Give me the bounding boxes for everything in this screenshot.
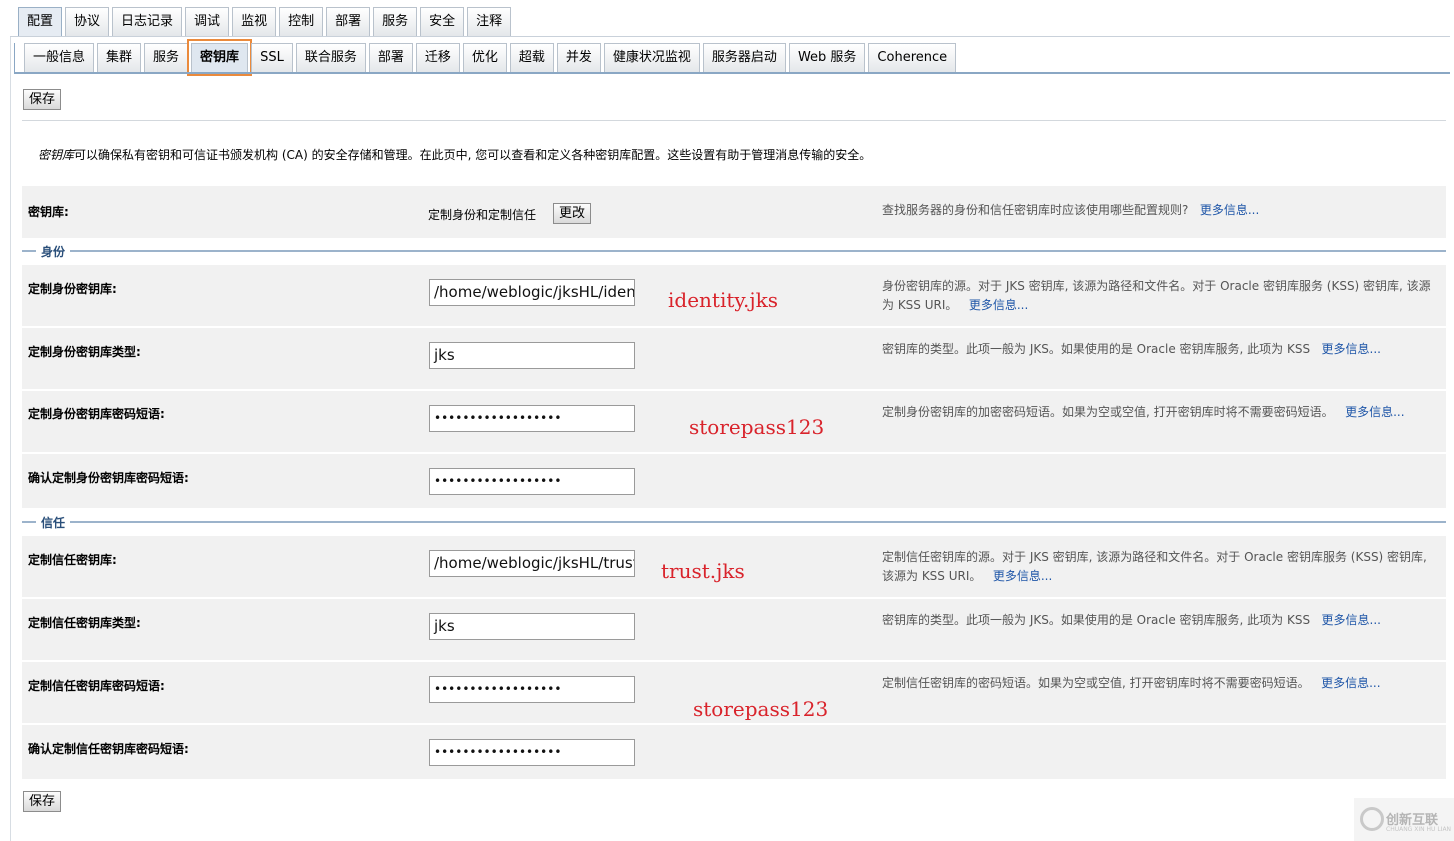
identity-type-help: 密钥库的类型。此项一般为 JKS。如果使用的是 Oracle 密钥库服务, 此项… xyxy=(882,340,1442,359)
trust-pass-input[interactable]: •••••••••••••••••• xyxy=(429,676,635,703)
identity-keystore-help: 身份密钥库的源。对于 JKS 密钥库, 该源为路径和文件名。对于 Oracle … xyxy=(882,277,1442,315)
identity-keystore-input[interactable]: /home/weblogic/jksHL/identity.jks xyxy=(429,279,635,306)
identity-confirm-row xyxy=(22,454,1446,508)
annotation-identity-file: identity.jks xyxy=(668,288,778,312)
trust-section-title: 信任 xyxy=(36,514,71,531)
subtab-federation[interactable]: 联合服务 xyxy=(295,43,366,72)
subtab-server-start[interactable]: 服务器启动 xyxy=(702,43,786,72)
trust-keystore-input[interactable]: /home/weblogic/jksHL/trust.jks xyxy=(429,550,635,577)
annotation-trust-pass: storepass123 xyxy=(693,697,829,721)
more-info-link[interactable]: 更多信息... xyxy=(1322,342,1381,356)
subtab-health-monitoring[interactable]: 健康状况监视 xyxy=(603,43,700,72)
divider xyxy=(22,120,1446,121)
annotation-identity-pass: storepass123 xyxy=(689,415,825,439)
identity-pass-label: 定制身份密钥库密码短语: xyxy=(28,407,165,421)
more-info-link[interactable]: 更多信息... xyxy=(993,569,1052,583)
more-info-link[interactable]: 更多信息... xyxy=(969,298,1028,312)
more-info-link[interactable]: 更多信息... xyxy=(1200,203,1259,217)
subtab-migration[interactable]: 迁移 xyxy=(415,43,460,72)
tab-security[interactable]: 安全 xyxy=(420,7,465,36)
more-info-link[interactable]: 更多信息... xyxy=(1345,405,1404,419)
identity-keystore-label: 定制身份密钥库: xyxy=(28,282,117,296)
trust-keystore-help: 定制信任密钥库的源。对于 JKS 密钥库, 该源为路径和文件名。对于 Oracl… xyxy=(882,548,1442,586)
subtab-cluster[interactable]: 集群 xyxy=(97,43,142,72)
sub-tab-underline xyxy=(14,72,1450,74)
keystore-value: 定制身份和定制信任 xyxy=(428,208,537,222)
subtab-services[interactable]: 服务 xyxy=(144,43,189,72)
trust-confirm-input[interactable]: •••••••••••••••••• xyxy=(429,739,635,766)
tab-deployments[interactable]: 部署 xyxy=(326,7,371,36)
identity-pass-help: 定制身份密钥库的加密密码短语。如果为空或空值, 打开密钥库时将不需要密码短语。 … xyxy=(882,403,1442,422)
watermark-subtext: CHUANG XIN HU LIAN xyxy=(1386,826,1452,833)
save-button-top[interactable]: 保存 xyxy=(23,89,62,110)
trust-type-help-text: 密钥库的类型。此项一般为 JKS。如果使用的是 Oracle 密钥库服务, 此项… xyxy=(882,613,1311,627)
trust-pass-help: 定制信任密钥库的密码短语。如果为空或空值, 打开密钥库时将不需要密码短语。 更多… xyxy=(882,674,1442,693)
watermark-logo-icon xyxy=(1360,807,1384,831)
identity-section-line xyxy=(22,250,1446,252)
subtab-coherence[interactable]: Coherence xyxy=(868,43,957,72)
subtab-deployment[interactable]: 部署 xyxy=(368,43,413,72)
subtab-web-services[interactable]: Web 服务 xyxy=(788,43,866,72)
keystore-help: 查找服务器的身份和信任密钥库时应该使用哪些配置规则? 更多信息... xyxy=(882,201,1442,220)
top-tab-bar: 配置 协议 日志记录 调试 监视 控制 部署 服务 安全 注释 xyxy=(18,7,514,36)
intro-body: 可以确保私有密钥和可信证书颁发机构 (CA) 的安全存储和管理。在此页中, 您可… xyxy=(74,148,872,162)
trust-confirm-label: 确认定制信任密钥库密码短语: xyxy=(28,742,189,756)
identity-section-title: 身份 xyxy=(36,243,71,260)
tab-control[interactable]: 控制 xyxy=(279,7,324,36)
identity-pass-input[interactable]: •••••••••••••••••• xyxy=(429,405,635,432)
keystore-label: 密钥库: xyxy=(28,205,69,219)
left-border xyxy=(10,36,11,841)
trust-pass-label: 定制信任密钥库密码短语: xyxy=(28,679,165,693)
trust-type-input[interactable]: jks xyxy=(429,613,635,640)
keystore-help-text: 查找服务器的身份和信任密钥库时应该使用哪些配置规则? xyxy=(882,203,1189,217)
tab-debug[interactable]: 调试 xyxy=(185,7,230,36)
subtab-tuning[interactable]: 优化 xyxy=(462,43,507,72)
subtab-concurrency[interactable]: 并发 xyxy=(556,43,601,72)
tab-logging[interactable]: 日志记录 xyxy=(112,7,183,36)
identity-pass-help-text: 定制身份密钥库的加密密码短语。如果为空或空值, 打开密钥库时将不需要密码短语。 xyxy=(882,405,1334,419)
change-keystore-button[interactable]: 更改 xyxy=(553,203,592,224)
subtab-keystores[interactable]: 密钥库 xyxy=(187,39,253,76)
trust-confirm-row xyxy=(22,725,1446,779)
identity-type-input[interactable]: jks xyxy=(429,342,635,369)
tab-config[interactable]: 配置 xyxy=(18,7,63,36)
subtab-left-border xyxy=(14,43,15,74)
top-tab-underline xyxy=(10,36,1450,37)
intro-text: 密钥库可以确保私有密钥和可信证书颁发机构 (CA) 的安全存储和管理。在此页中,… xyxy=(38,146,871,163)
trust-keystore-help-text: 定制信任密钥库的源。对于 JKS 密钥库, 该源为路径和文件名。对于 Oracl… xyxy=(882,550,1427,583)
watermark: 创新互联 CHUANG XIN HU LIAN xyxy=(1354,798,1454,841)
identity-type-help-text: 密钥库的类型。此项一般为 JKS。如果使用的是 Oracle 密钥库服务, 此项… xyxy=(882,342,1311,356)
trust-section-line xyxy=(22,521,1446,523)
tab-protocols[interactable]: 协议 xyxy=(65,7,110,36)
trust-type-label: 定制信任密钥库类型: xyxy=(28,616,141,630)
identity-confirm-label: 确认定制身份密钥库密码短语: xyxy=(28,471,189,485)
identity-type-label: 定制身份密钥库类型: xyxy=(28,345,141,359)
identity-keystore-help-text: 身份密钥库的源。对于 JKS 密钥库, 该源为路径和文件名。对于 Oracle … xyxy=(882,279,1431,312)
subtab-overload[interactable]: 超载 xyxy=(509,43,554,72)
sub-tab-bar: 一般信息 集群 服务 密钥库 SSL 联合服务 部署 迁移 优化 超载 并发 健… xyxy=(24,39,959,76)
annotation-trust-file: trust.jks xyxy=(661,559,745,583)
more-info-link[interactable]: 更多信息... xyxy=(1322,613,1381,627)
more-info-link[interactable]: 更多信息... xyxy=(1321,676,1380,690)
trust-pass-help-text: 定制信任密钥库的密码短语。如果为空或空值, 打开密钥库时将不需要密码短语。 xyxy=(882,676,1310,690)
tab-notes[interactable]: 注释 xyxy=(467,7,512,36)
identity-confirm-input[interactable]: •••••••••••••••••• xyxy=(429,468,635,495)
trust-type-help: 密钥库的类型。此项一般为 JKS。如果使用的是 Oracle 密钥库服务, 此项… xyxy=(882,611,1442,630)
trust-keystore-label: 定制信任密钥库: xyxy=(28,553,117,567)
tab-services[interactable]: 服务 xyxy=(373,7,418,36)
intro-term: 密钥库 xyxy=(38,148,75,162)
tab-monitoring[interactable]: 监视 xyxy=(232,7,277,36)
save-button-bottom[interactable]: 保存 xyxy=(23,791,62,812)
subtab-general[interactable]: 一般信息 xyxy=(24,43,95,72)
subtab-ssl[interactable]: SSL xyxy=(251,43,293,72)
